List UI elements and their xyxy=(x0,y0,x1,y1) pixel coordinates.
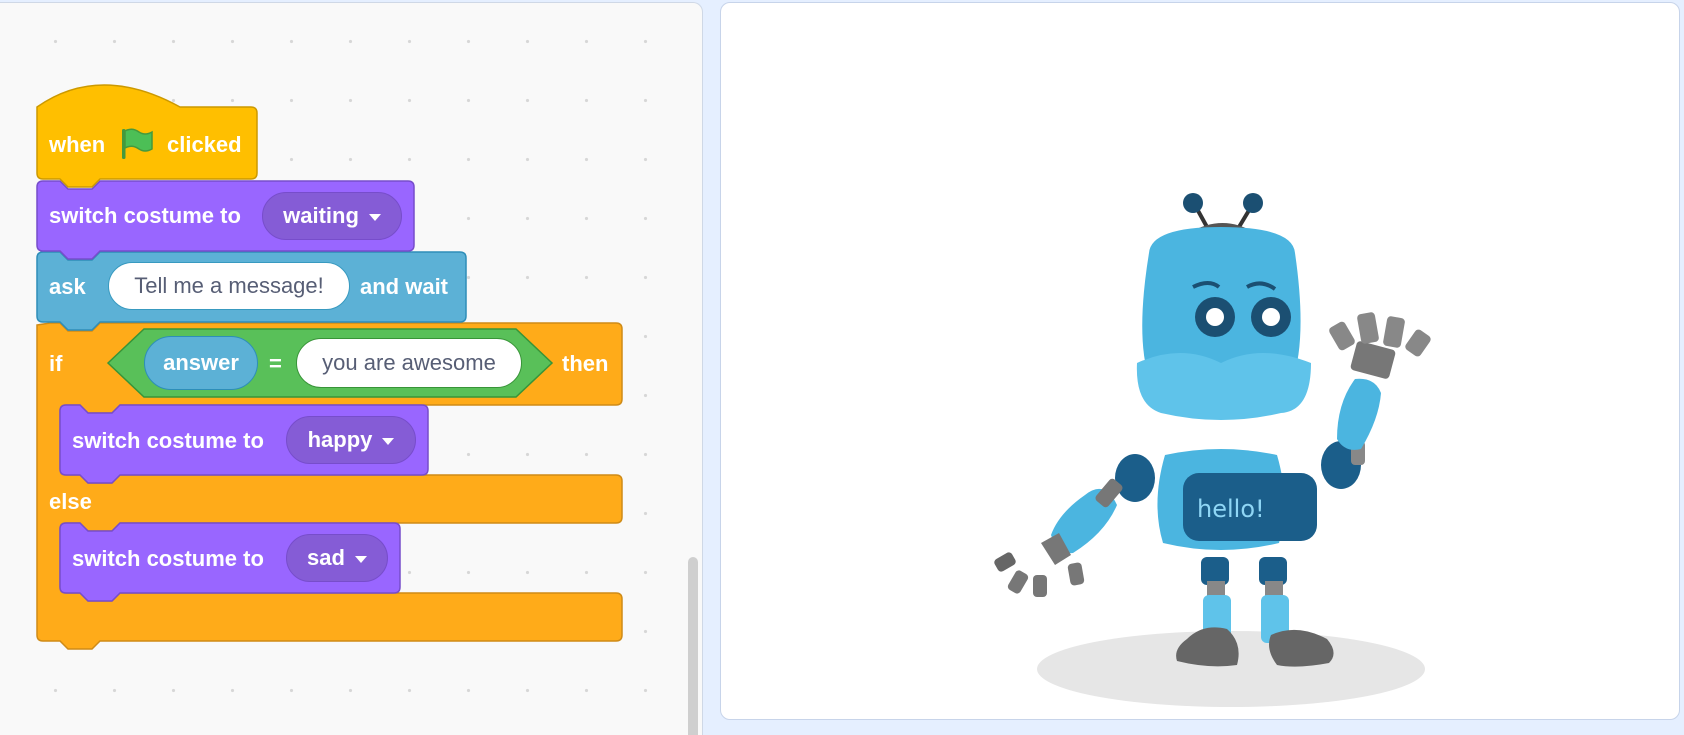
ask-label: ask xyxy=(49,274,86,299)
if-label: if xyxy=(49,351,63,376)
dropdown-caret-icon xyxy=(382,437,395,445)
hat-prefix-label: when xyxy=(49,132,106,157)
compare-value-text: you are awesome xyxy=(322,350,496,375)
stage[interactable]: hello! xyxy=(720,2,1680,720)
costume-dropdown-happy[interactable]: happy xyxy=(286,416,416,464)
costume-dropdown-value: sad xyxy=(307,545,345,570)
equals-sign: = xyxy=(269,351,282,376)
code-area-scrollbar[interactable] xyxy=(688,557,698,735)
costume-dropdown-waiting[interactable]: waiting xyxy=(262,192,402,240)
else-label: else xyxy=(49,489,92,514)
ask-suffix-label: and wait xyxy=(360,274,449,299)
then-label: then xyxy=(562,351,609,376)
costume-dropdown-sad[interactable]: sad xyxy=(286,534,388,582)
switch-costume-label: switch costume to xyxy=(49,203,241,228)
ask-message-input[interactable]: Tell me a message! xyxy=(108,262,350,310)
compare-value-input[interactable]: you are awesome xyxy=(296,338,522,388)
dropdown-caret-icon xyxy=(368,213,381,221)
code-area[interactable]: when clicked switch costume to waiting a… xyxy=(0,2,703,735)
costume-dropdown-value: happy xyxy=(307,427,373,452)
answer-reporter-label: answer xyxy=(163,350,239,375)
hat-suffix-label: clicked xyxy=(167,132,242,157)
robot-sprite[interactable]: hello! xyxy=(981,183,1461,720)
dropdown-caret-icon xyxy=(354,555,367,563)
ask-message-text: Tell me a message! xyxy=(134,273,324,298)
robot-screen-text: hello! xyxy=(1197,495,1265,523)
answer-reporter[interactable]: answer xyxy=(144,336,258,390)
costume-dropdown-value: waiting xyxy=(283,203,359,228)
switch-costume-label: switch costume to xyxy=(72,546,264,571)
switch-costume-label: switch costume to xyxy=(72,428,264,453)
